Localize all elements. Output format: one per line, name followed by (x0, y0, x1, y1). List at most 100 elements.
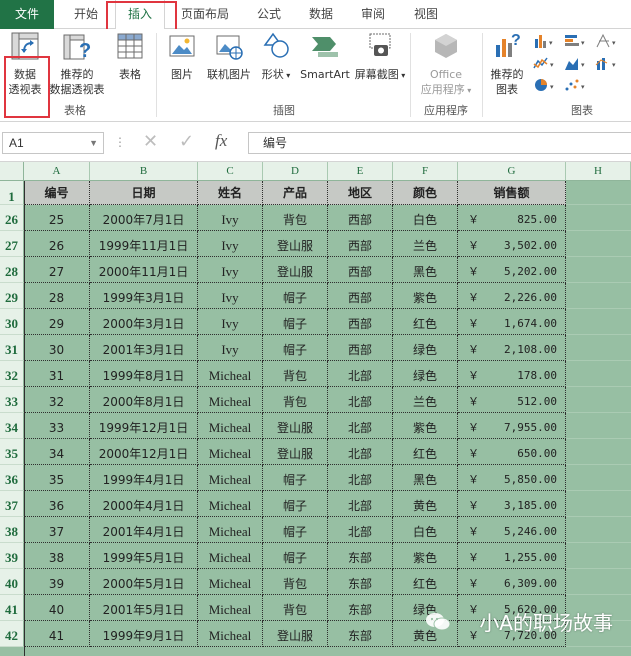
table-cell[interactable]: 北部 (328, 465, 393, 491)
table-cell[interactable]: 北部 (328, 439, 393, 465)
amount-cell[interactable]: ￥ 5,246.00 (458, 517, 566, 543)
row-header-1[interactable]: 1 (0, 181, 24, 205)
table-cell[interactable]: 1999年8月1日 (90, 361, 198, 387)
chevron-down-icon[interactable]: ▼ (89, 133, 98, 153)
table-cell[interactable]: 绿色 (393, 361, 458, 387)
table-cell[interactable]: 28 (24, 283, 90, 309)
table-cell[interactable]: Micheal (198, 621, 263, 647)
amount-cell[interactable]: ￥ 3,502.00 (458, 231, 566, 257)
table-cell[interactable]: Micheal (198, 517, 263, 543)
row-header-37[interactable]: 37 (0, 491, 24, 517)
table-cell[interactable]: 紫色 (393, 413, 458, 439)
table-cell[interactable]: 34 (24, 439, 90, 465)
table-cell[interactable]: 33 (24, 413, 90, 439)
cancel-icon[interactable]: ✕ (143, 131, 158, 152)
row-header-32[interactable]: 32 (0, 361, 24, 387)
line-chart-icon[interactable]: ▾ (533, 55, 559, 74)
table-cell[interactable]: 北部 (328, 387, 393, 413)
table-cell[interactable]: Ivy (198, 205, 263, 231)
table-cell[interactable]: 帽子 (263, 517, 328, 543)
table-cell[interactable]: 背包 (263, 595, 328, 621)
table-cell[interactable]: 38 (24, 543, 90, 569)
table-cell[interactable]: 37 (24, 517, 90, 543)
table-cell[interactable]: 2000年7月1日 (90, 205, 198, 231)
table-cell[interactable]: Micheal (198, 361, 263, 387)
tab-review[interactable]: 审阅 (350, 0, 396, 29)
table-cell[interactable]: 2000年4月1日 (90, 491, 198, 517)
table-cell[interactable]: 兰色 (393, 231, 458, 257)
tab-data[interactable]: 数据 (298, 0, 344, 29)
table-cell[interactable]: 36 (24, 491, 90, 517)
table-cell[interactable]: 黑色 (393, 465, 458, 491)
shapes-button[interactable]: 形状 ▾ (258, 31, 294, 83)
table-cell[interactable]: 2000年12月1日 (90, 439, 198, 465)
table-cell[interactable]: Micheal (198, 491, 263, 517)
surface-chart-icon[interactable]: ▾ (595, 33, 621, 52)
tab-formulas[interactable]: 公式 (246, 0, 292, 29)
screenshot-button[interactable]: 屏幕截图 ▾ (354, 31, 406, 83)
table-cell[interactable]: 1999年11月1日 (90, 231, 198, 257)
table-cell[interactable]: 东部 (328, 543, 393, 569)
amount-cell[interactable]: ￥ 650.00 (458, 439, 566, 465)
table-cell[interactable]: 27 (24, 257, 90, 283)
table-cell[interactable]: 白色 (393, 517, 458, 543)
amount-cell[interactable]: ￥ 5,850.00 (458, 465, 566, 491)
table-cell[interactable]: 绿色 (393, 335, 458, 361)
row-header-31[interactable]: 31 (0, 335, 24, 361)
table-cell[interactable]: 29 (24, 309, 90, 335)
amount-cell[interactable]: ￥ 6,309.00 (458, 569, 566, 595)
table-cell[interactable]: 2000年3月1日 (90, 309, 198, 335)
column-header-b[interactable]: B (90, 162, 198, 181)
table-cell[interactable]: 登山服 (263, 257, 328, 283)
header-cell[interactable]: 编号 (24, 181, 90, 205)
amount-cell[interactable]: ￥ 2,226.00 (458, 283, 566, 309)
table-cell[interactable]: 白色 (393, 205, 458, 231)
table-cell[interactable]: 39 (24, 569, 90, 595)
table-button[interactable]: 表格 (110, 31, 150, 82)
row-header-28[interactable]: 28 (0, 257, 24, 283)
table-cell[interactable]: 2001年4月1日 (90, 517, 198, 543)
table-cell[interactable]: 帽子 (263, 491, 328, 517)
area-chart-icon[interactable]: ▾ (564, 55, 590, 74)
pivot-table-button[interactable]: 数据 透视表 (4, 31, 46, 97)
table-cell[interactable]: 背包 (263, 569, 328, 595)
amount-cell[interactable]: ￥ 512.00 (458, 387, 566, 413)
smartart-button[interactable]: SmartArt (296, 31, 354, 82)
row-header-41[interactable]: 41 (0, 595, 24, 621)
row-header-30[interactable]: 30 (0, 309, 24, 335)
column-header-a[interactable]: A (24, 162, 90, 181)
header-cell[interactable]: 颜色 (393, 181, 458, 205)
table-cell[interactable]: Micheal (198, 439, 263, 465)
table-cell[interactable]: 1999年12月1日 (90, 413, 198, 439)
table-cell[interactable]: 登山服 (263, 621, 328, 647)
table-cell[interactable]: 东部 (328, 569, 393, 595)
table-cell[interactable]: 东部 (328, 621, 393, 647)
table-cell[interactable]: 紫色 (393, 283, 458, 309)
table-cell[interactable]: 登山服 (263, 231, 328, 257)
row-header-33[interactable]: 33 (0, 387, 24, 413)
insert-function-icon[interactable]: fx (215, 131, 227, 151)
table-cell[interactable]: 北部 (328, 361, 393, 387)
row-header-29[interactable]: 29 (0, 283, 24, 309)
table-cell[interactable]: 帽子 (263, 335, 328, 361)
row-header-36[interactable]: 36 (0, 465, 24, 491)
table-cell[interactable]: 北部 (328, 491, 393, 517)
amount-cell[interactable]: ￥ 3,185.00 (458, 491, 566, 517)
table-cell[interactable]: 25 (24, 205, 90, 231)
header-cell[interactable]: 地区 (328, 181, 393, 205)
header-cell[interactable]: 产品 (263, 181, 328, 205)
office-apps-button[interactable]: Office 应用程序 ▾ (414, 31, 478, 98)
table-cell[interactable]: 红色 (393, 569, 458, 595)
tab-page-layout[interactable]: 页面布局 (173, 0, 237, 29)
row-header-35[interactable]: 35 (0, 439, 24, 465)
table-cell[interactable]: 兰色 (393, 387, 458, 413)
table-cell[interactable]: 黄色 (393, 491, 458, 517)
amount-cell[interactable]: ￥ 2,108.00 (458, 335, 566, 361)
table-cell[interactable]: Ivy (198, 257, 263, 283)
table-cell[interactable]: 1999年5月1日 (90, 543, 198, 569)
table-cell[interactable]: Ivy (198, 335, 263, 361)
row-header-40[interactable]: 40 (0, 569, 24, 595)
amount-cell[interactable]: ￥ 1,255.00 (458, 543, 566, 569)
table-cell[interactable]: 西部 (328, 283, 393, 309)
table-cell[interactable]: 黑色 (393, 257, 458, 283)
